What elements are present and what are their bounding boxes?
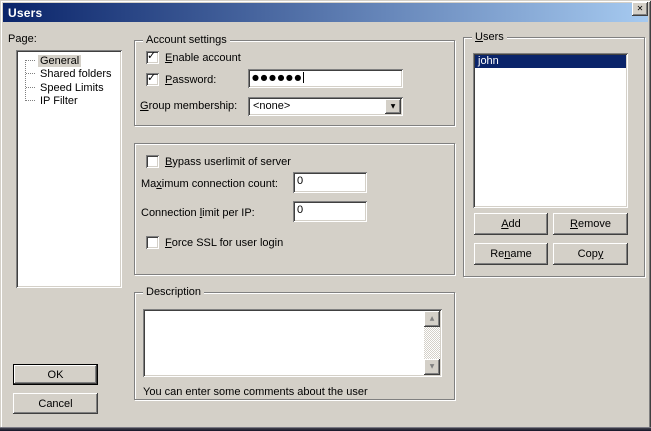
copy-button-label: Copy [578, 248, 604, 260]
window-bottom-edge [0, 427, 651, 431]
chevron-down-icon: ▼ [391, 104, 396, 110]
description-textarea[interactable]: ▲ ▼ [143, 309, 442, 377]
description-title: Description [143, 286, 204, 299]
group-membership-select[interactable]: <none> ▼ [248, 97, 403, 116]
user-list-item[interactable]: john [475, 55, 626, 68]
force-ssl-label: Force SSL for user login [165, 237, 283, 249]
dropdown-button[interactable]: ▼ [385, 99, 401, 114]
page-tree[interactable]: General Shared folders Speed Limits IP F… [16, 50, 122, 288]
password-checkbox[interactable]: ✓ [146, 73, 159, 86]
copy-button[interactable]: Copy [553, 243, 628, 265]
password-masked-value: ●●●●●● [252, 73, 303, 82]
rename-button-label: Rename [490, 248, 532, 260]
bypass-userlimit-label: Bypass userlimit of server [165, 156, 291, 168]
description-hint: You can enter some comments about the us… [143, 386, 368, 399]
title-bar[interactable]: Users [3, 3, 648, 22]
group-membership-label: Group membership: [140, 100, 237, 113]
tree-item-shared-folders[interactable]: Shared folders [19, 67, 114, 80]
tree-item-speed-limits[interactable]: Speed Limits [19, 81, 106, 94]
tree-item-label: Speed Limits [38, 82, 106, 94]
tree-item-label: Shared folders [38, 68, 114, 80]
connection-per-ip-label: Connection limit per IP: [141, 207, 255, 220]
page-label: Page: [8, 33, 37, 46]
window-title: Users [8, 6, 42, 20]
close-button[interactable]: ✕ [632, 2, 648, 16]
description-scrollbar[interactable]: ▲ ▼ [424, 311, 440, 375]
close-icon: ✕ [637, 5, 644, 13]
max-connection-label: Maximum connection count: [141, 178, 278, 191]
tree-item-label: IP Filter [38, 95, 80, 107]
arrow-down-icon: ▼ [430, 364, 435, 370]
cancel-button[interactable]: Cancel [13, 393, 98, 414]
force-ssl-checkbox[interactable] [146, 236, 159, 249]
tree-item-ip-filter[interactable]: IP Filter [19, 94, 80, 107]
scroll-down-button[interactable]: ▼ [424, 359, 440, 375]
connection-per-ip-input[interactable]: 0 [293, 201, 367, 222]
add-button-label: Add [501, 218, 521, 230]
remove-button[interactable]: Remove [553, 213, 628, 235]
tree-branch [26, 87, 35, 88]
enable-account-checkbox[interactable]: ✓ [146, 51, 159, 64]
bypass-userlimit-checkbox[interactable] [146, 155, 159, 168]
group-membership-value: <none> [253, 100, 290, 112]
arrow-up-icon: ▲ [430, 316, 435, 322]
remove-button-label: Remove [570, 218, 611, 230]
check-icon: ✓ [147, 49, 156, 62]
account-settings-title: Account settings [143, 34, 230, 47]
users-list[interactable]: john [473, 53, 628, 208]
users-group-title: Users [472, 31, 507, 44]
ok-button[interactable]: OK [13, 364, 98, 385]
force-ssl-row: Force SSL for user login [146, 236, 283, 249]
max-connection-input[interactable]: 0 [293, 172, 367, 193]
scroll-up-button[interactable]: ▲ [424, 311, 440, 327]
enable-account-label: Enable account [165, 52, 241, 64]
tree-branch [26, 100, 35, 101]
bypass-userlimit-row: Bypass userlimit of server [146, 155, 291, 168]
users-dialog: Users ✕ Page: General Shared folders Spe… [0, 0, 651, 431]
connection-per-ip-value: 0 [297, 204, 303, 216]
tree-branch [26, 73, 35, 74]
text-caret [303, 72, 304, 83]
password-input[interactable]: ●●●●●● [248, 69, 403, 88]
scrollbar-track[interactable] [424, 327, 440, 359]
enable-account-row: ✓ Enable account [146, 51, 241, 64]
tree-branch [26, 60, 35, 61]
max-connection-value: 0 [297, 175, 303, 187]
password-row: ✓ Password: [146, 73, 216, 86]
check-icon: ✓ [147, 71, 156, 84]
tree-item-general[interactable]: General [19, 54, 81, 67]
add-button[interactable]: Add [474, 213, 548, 235]
password-label: Password: [165, 74, 216, 86]
tree-item-label: General [38, 55, 81, 67]
rename-button[interactable]: Rename [474, 243, 548, 265]
